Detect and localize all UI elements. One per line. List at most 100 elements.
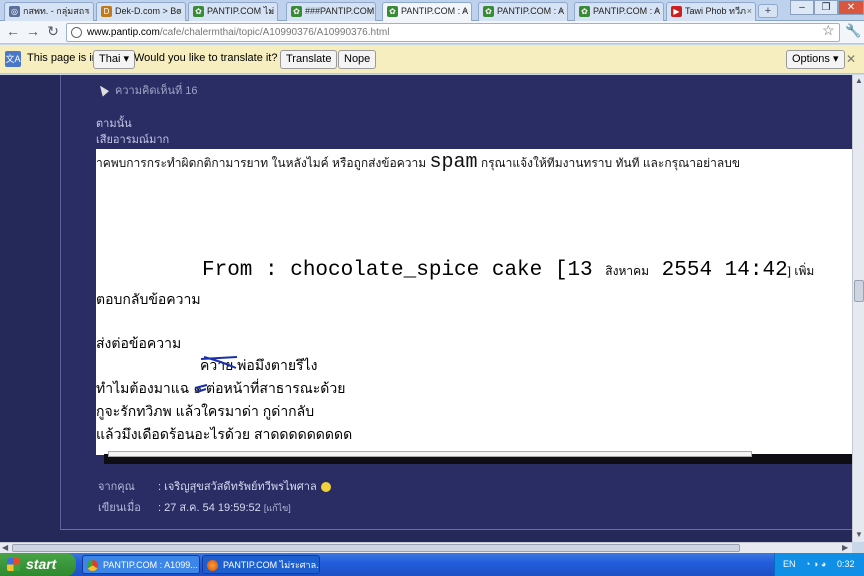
vertical-scrollbar[interactable]: ▲ ▼ xyxy=(852,75,864,542)
tab-close-icon[interactable]: × xyxy=(85,3,90,20)
tab-bar: ◎ กสพท. - กลุ่มสถา × D Dek-D.com > Bo × ✿ PANTI… xyxy=(0,0,864,22)
vertical-scroll-thumb[interactable] xyxy=(854,280,864,302)
author-label: จากคุณ xyxy=(98,481,135,493)
language-indicator[interactable]: EN xyxy=(783,553,796,576)
forward-link[interactable]: ส่งต่อข้อความ xyxy=(96,333,181,355)
bookmark-star-icon[interactable]: ☆ xyxy=(822,22,835,39)
address-path: /cafe/chalermthai/topic/A10990376/A10990… xyxy=(159,27,390,38)
posted-text: : 27 ส.ค. 54 19:59:52 xyxy=(158,502,261,514)
translate-bar: 文A This page is in Thai ▾ Would you like… xyxy=(0,45,864,74)
address-domain: www.pantip.com xyxy=(87,27,160,38)
tab-favicon-icon: ✿ xyxy=(483,6,494,17)
tab-close-icon[interactable]: × xyxy=(463,3,468,20)
posted-time: : 27 ส.ค. 54 19:59:52 [แก้ไข] xyxy=(158,498,291,516)
comment-number: ความคิดเห็นที่ 16 xyxy=(115,85,198,97)
tab-favicon-icon: ▶ xyxy=(671,6,682,17)
tab-close-icon[interactable]: × xyxy=(367,3,372,20)
browser-tab[interactable]: ▶ Tawi Phob ทวีภ × xyxy=(666,2,756,21)
comment-icon xyxy=(100,85,109,97)
firefox-icon xyxy=(207,560,218,571)
strike-mark xyxy=(200,356,238,369)
wrench-icon[interactable]: 🔧 xyxy=(845,23,861,39)
browser-tab[interactable]: ✿ PANTIP.COM : A × xyxy=(478,2,568,21)
minimize-button[interactable]: – xyxy=(790,0,814,15)
taskbar: start PANTIP.COM : A1099... PANTIP.COM ไ… xyxy=(0,553,864,576)
quoted-from: From : chocolate_spice cake [13 สิงหาคม … xyxy=(202,259,814,282)
reply-link[interactable]: ตอบกลับข้อความ xyxy=(96,289,201,311)
browser-tab[interactable]: ✿ PANTIP.COM : A × xyxy=(574,2,664,21)
from-prefix: From : chocolate_spice cake [13 xyxy=(202,259,606,282)
browser-tab[interactable]: ✿ PANTIP.COM : A × xyxy=(382,2,472,22)
reload-button[interactable]: ↻ xyxy=(44,23,62,40)
translate-icon: 文A xyxy=(5,51,21,67)
posted-label: เขียนเมื่อ xyxy=(98,502,141,514)
tab-close-icon[interactable]: × xyxy=(655,3,660,20)
body-line-2: ทำไมต้องมาแฉ ๑ ต่อหน้าที่สาธารณะด้วย xyxy=(96,380,346,396)
tab-label: PANTIP.COM : A xyxy=(401,6,469,16)
globe-icon xyxy=(71,27,82,38)
browser-tab[interactable]: D Dek-D.com > Bo × xyxy=(96,2,186,21)
page-viewport: ความคิดเห็นที่ 16 ตามนั้น เสียอารมณ์มาก … xyxy=(0,75,852,542)
warning-text-post: กรุณาแจ้งให้ทีมงานทราบ ทันที และกรุณาอย่… xyxy=(477,156,741,170)
translate-page-is-in: This page is in xyxy=(27,52,98,64)
new-tab-button[interactable]: + xyxy=(758,4,778,18)
comment-line-2: เสียอารมณ์มาก xyxy=(96,134,170,146)
scroll-down-icon[interactable]: ▼ xyxy=(855,530,863,539)
address-bar[interactable]: www.pantip.com/cafe/chalermthai/topic/A1… xyxy=(66,23,840,42)
browser-tab[interactable]: ✿ PANTIP.COM ไม่ × xyxy=(188,2,278,21)
scroll-left-icon[interactable]: ◀ xyxy=(2,543,8,552)
forward-button[interactable]: → xyxy=(24,23,42,39)
scroll-right-icon[interactable]: ▶ xyxy=(842,543,848,552)
close-window-button[interactable]: ✕ xyxy=(838,0,864,15)
taskbar-item-firefox[interactable]: PANTIP.COM ไม่ระศาล... xyxy=(202,555,320,574)
tab-close-icon[interactable]: × xyxy=(177,3,182,20)
maximize-button[interactable]: ❐ xyxy=(814,0,838,15)
task-label: PANTIP.COM : A1099... xyxy=(103,560,198,570)
options-button[interactable]: Options ▾ xyxy=(786,50,845,69)
warning-spam: spam xyxy=(429,151,478,174)
tab-label: ###PANTIP.COM xyxy=(305,6,375,16)
author-text: : เจริญสุขสวัสดีทรัพย์ทวีพรไพศาล xyxy=(158,481,317,493)
author-name: : เจริญสุขสวัสดีทรัพย์ทวีพรไพศาล xyxy=(158,477,331,495)
scroll-up-icon[interactable]: ▲ xyxy=(855,76,863,85)
tab-label: Dek-D.com > Bo xyxy=(115,6,182,16)
from-tail: ] เพิ่ม xyxy=(787,264,815,278)
from-month: สิงหาคม xyxy=(605,264,650,278)
tray-icons: ◔ ◑ ◕ xyxy=(805,559,827,569)
tab-favicon-icon: ✿ xyxy=(193,6,204,17)
taskbar-item-chrome[interactable]: PANTIP.COM : A1099... xyxy=(82,555,200,574)
body-line-3: กูจะรักทวิภพ แล้วใครมาด่า กูด่ากลับ xyxy=(96,403,315,419)
chrome-icon xyxy=(87,560,98,571)
tab-favicon-icon: ✿ xyxy=(291,6,302,17)
close-icon[interactable]: ✕ xyxy=(846,52,856,66)
nope-button[interactable]: Nope xyxy=(338,50,377,69)
tab-label: PANTIP.COM : A xyxy=(593,6,661,16)
task-label: PANTIP.COM ไม่ระศาล... xyxy=(223,560,320,570)
edit-link[interactable]: [แก้ไข] xyxy=(264,503,291,513)
horizontal-scroll-thumb[interactable] xyxy=(12,544,740,552)
tab-close-icon[interactable]: × xyxy=(559,3,564,20)
browser-tab[interactable]: ◎ กสพท. - กลุ่มสถา × xyxy=(4,2,94,21)
quoted-message: าคพบการกระทำผิดกติกามารยาท ในหลังไมค์ หร… xyxy=(96,149,852,455)
tab-label: กสพท. - กลุ่มสถา xyxy=(23,6,90,16)
tab-close-icon[interactable]: × xyxy=(747,3,752,20)
horizontal-scrollbar[interactable]: ◀ ▶ xyxy=(0,542,852,553)
from-date: 2554 14:42 xyxy=(649,259,788,282)
language-select[interactable]: Thai ▾ xyxy=(93,50,135,69)
tab-favicon-icon: ✿ xyxy=(579,6,590,17)
browser-toolbar: ← → ↻ www.pantip.com/cafe/chalermthai/to… xyxy=(0,21,864,44)
tab-close-icon[interactable]: × xyxy=(269,3,274,20)
clock: 0:32 xyxy=(837,559,855,569)
browser-tab[interactable]: ✿ ###PANTIP.COM × xyxy=(286,2,376,21)
start-button[interactable]: start xyxy=(0,553,76,576)
spam-warning: าคพบการกระทำผิดกติกามารยาท ในหลังไมค์ หร… xyxy=(96,151,740,174)
body-line-4: แล้วมึงเดือดร้อนอะไรด้วย สาดดดดดดดดด xyxy=(96,426,353,442)
strike-mark xyxy=(194,384,208,393)
back-button[interactable]: ← xyxy=(4,23,22,39)
tab-favicon-icon: ◎ xyxy=(9,6,20,17)
translate-button[interactable]: Translate xyxy=(280,50,338,69)
smiley-icon xyxy=(320,482,331,493)
translate-question: Would you like to translate it? xyxy=(134,52,278,64)
tab-favicon-icon: D xyxy=(101,6,112,17)
warning-text-pre: าคพบการกระทำผิดกติกามารยาท ในหลังไมค์ หร… xyxy=(96,156,430,170)
